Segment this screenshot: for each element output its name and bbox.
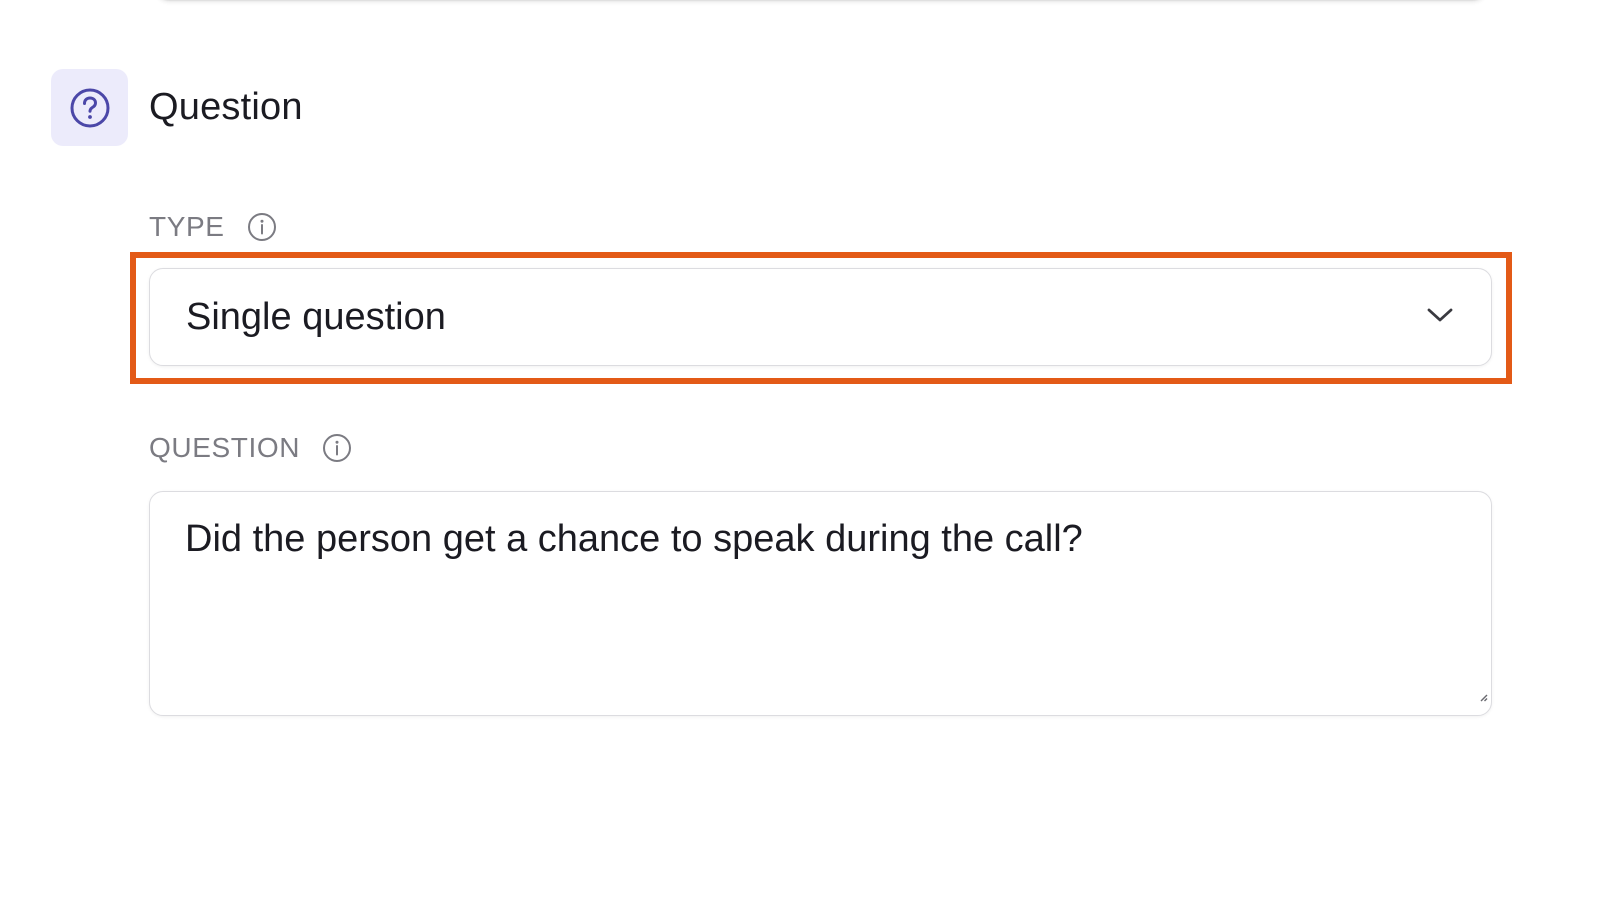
info-icon[interactable] bbox=[247, 212, 277, 242]
section-header: Question bbox=[51, 69, 303, 146]
section-title: Question bbox=[149, 86, 303, 128]
question-label: QUESTION bbox=[149, 432, 301, 463]
question-circle-icon bbox=[70, 88, 109, 127]
type-select-value: Single question bbox=[186, 295, 446, 338]
resize-handle-icon[interactable] bbox=[1478, 669, 1488, 712]
section-icon-tile bbox=[51, 69, 128, 146]
chevron-down-icon[interactable] bbox=[1425, 305, 1455, 330]
question-text: Did the person get a chance to speak dur… bbox=[185, 518, 1083, 560]
info-icon[interactable] bbox=[322, 433, 352, 463]
type-label: TYPE bbox=[149, 211, 225, 242]
type-label-row: TYPE bbox=[149, 211, 277, 243]
question-textarea[interactable]: Did the person get a chance to speak dur… bbox=[149, 491, 1492, 716]
question-config-page: Question TYPE Single question QUESTION D… bbox=[0, 0, 1600, 900]
type-select[interactable]: Single question bbox=[149, 268, 1492, 366]
question-label-row: QUESTION bbox=[149, 432, 352, 464]
